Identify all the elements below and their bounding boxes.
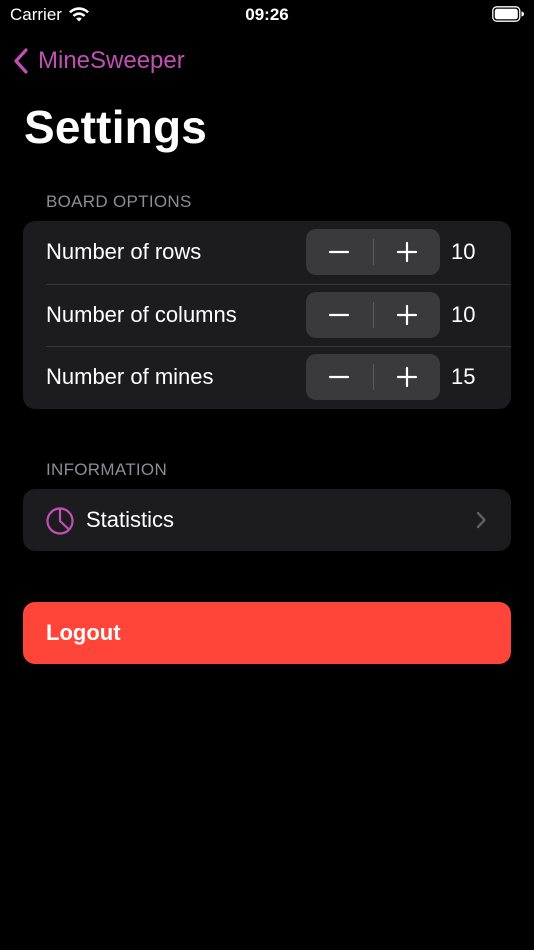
section-header-information: INFORMATION — [46, 460, 168, 479]
columns-decrement-button[interactable] — [306, 292, 373, 338]
mines-stepper — [306, 354, 440, 400]
mines-decrement-button[interactable] — [306, 354, 373, 400]
row-label: Number of rows — [46, 239, 202, 265]
statistics-row[interactable]: Statistics — [23, 489, 511, 551]
setting-row-columns: Number of columns 10 — [23, 283, 511, 347]
rows-decrement-button[interactable] — [306, 229, 373, 275]
section-header-board-options: BOARD OPTIONS — [46, 192, 192, 211]
logout-button-label: Logout — [46, 620, 121, 645]
mines-value: 15 — [451, 364, 476, 390]
settings-screen: Carrier 09:26 MineSweeper Settings BOARD… — [0, 0, 534, 950]
battery-icon — [492, 6, 524, 22]
chevron-left-icon — [14, 48, 28, 74]
back-button[interactable]: MineSweeper — [12, 44, 185, 78]
pie-chart-icon — [46, 507, 74, 535]
status-time: 09:26 — [245, 5, 289, 24]
row-label: Number of mines — [46, 364, 214, 390]
columns-increment-button[interactable] — [374, 292, 441, 338]
row-label: Number of columns — [46, 301, 237, 327]
back-button-label: MineSweeper — [38, 47, 185, 74]
minus-icon — [329, 250, 350, 254]
board-options-group: Number of rows 10 Number of columns 10 N… — [23, 221, 511, 409]
columns-stepper — [306, 291, 441, 338]
logout-button[interactable]: Logout — [23, 602, 511, 664]
rows-stepper — [306, 229, 440, 275]
rows-increment-button[interactable] — [374, 229, 441, 275]
plus-icon — [396, 304, 417, 325]
minus-icon — [329, 313, 350, 316]
information-group: Statistics — [23, 489, 511, 551]
mines-increment-button[interactable] — [374, 354, 441, 400]
page-title: Settings — [24, 101, 208, 153]
rows-value: 10 — [451, 239, 476, 265]
setting-row-rows: Number of rows 10 — [23, 221, 511, 284]
plus-icon — [396, 241, 417, 263]
chevron-right-icon — [476, 511, 486, 529]
setting-row-mines: Number of mines 15 — [23, 346, 511, 409]
statistics-label: Statistics — [86, 507, 175, 532]
status-bar: Carrier 09:26 — [0, 0, 534, 32]
minus-icon — [329, 375, 350, 379]
columns-value: 10 — [451, 301, 476, 327]
plus-icon — [396, 366, 417, 388]
